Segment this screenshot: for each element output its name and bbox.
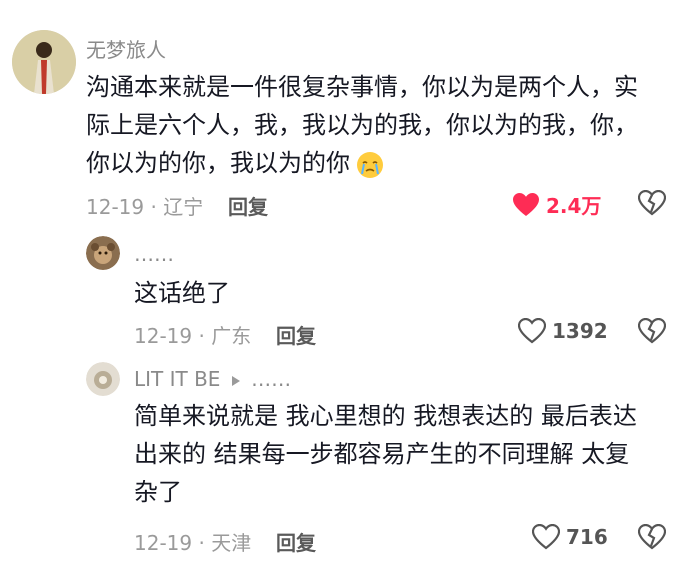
username[interactable]: 无梦旅人 [86, 34, 166, 63]
like-button[interactable]: 716 [532, 524, 608, 550]
comment-text: 这话绝了 [134, 279, 230, 307]
comment-location: 天津 [211, 531, 252, 555]
dislike-button[interactable] [638, 318, 666, 344]
username[interactable]: LIT IT BE [134, 367, 220, 391]
comment-meta: 12-19 · 天津 [134, 527, 251, 556]
meta-separator: · [144, 195, 164, 219]
like-button[interactable]: 1392 [518, 318, 608, 344]
comment-text: 简单来说就是 我心里想的 我想表达的 最后表达出来的 结果每一步都容易产生的不同… [134, 402, 637, 506]
heart-outline-icon [518, 318, 546, 344]
comment-date: 12-19 [134, 324, 193, 348]
like-count: 716 [566, 525, 608, 549]
comment-location: 辽宁 [163, 195, 204, 219]
reply-to-username[interactable]: …… [251, 367, 291, 391]
like-count: 1392 [552, 319, 608, 343]
broken-heart-icon [638, 190, 666, 216]
dislike-button[interactable] [638, 524, 666, 550]
avatar[interactable] [86, 362, 120, 396]
like-count: 2.4万 [546, 194, 602, 218]
broken-heart-icon [638, 318, 666, 344]
avatar[interactable] [86, 236, 120, 270]
reply-arrow-icon [231, 375, 241, 387]
like-button[interactable]: 2.4万 [512, 190, 601, 219]
broken-heart-icon [638, 524, 666, 550]
reply-button[interactable]: 回复 [276, 320, 316, 349]
reply-button[interactable]: 回复 [276, 527, 316, 556]
reply-header: LIT IT BE …… [134, 367, 291, 391]
username[interactable]: …… [134, 242, 174, 266]
avatar[interactable] [12, 30, 76, 94]
heart-outline-icon [532, 524, 560, 550]
comment-location: 广东 [211, 324, 252, 348]
comment-date: 12-19 [86, 195, 145, 219]
comment-meta: 12-19 · 辽宁 [86, 191, 203, 220]
meta-separator: · [192, 324, 212, 348]
comment-date: 12-19 [134, 531, 193, 555]
comment-meta: 12-19 · 广东 [134, 320, 251, 349]
heart-filled-icon [512, 192, 540, 218]
meta-separator: · [192, 531, 212, 555]
crying-face-icon [354, 148, 386, 180]
dislike-button[interactable] [638, 190, 666, 216]
reply-button[interactable]: 回复 [228, 191, 268, 220]
comment-text: 沟通本来就是一件很复杂事情，你以为是两个人，实际上是六个人，我，我以为的我，你以… [86, 68, 646, 182]
